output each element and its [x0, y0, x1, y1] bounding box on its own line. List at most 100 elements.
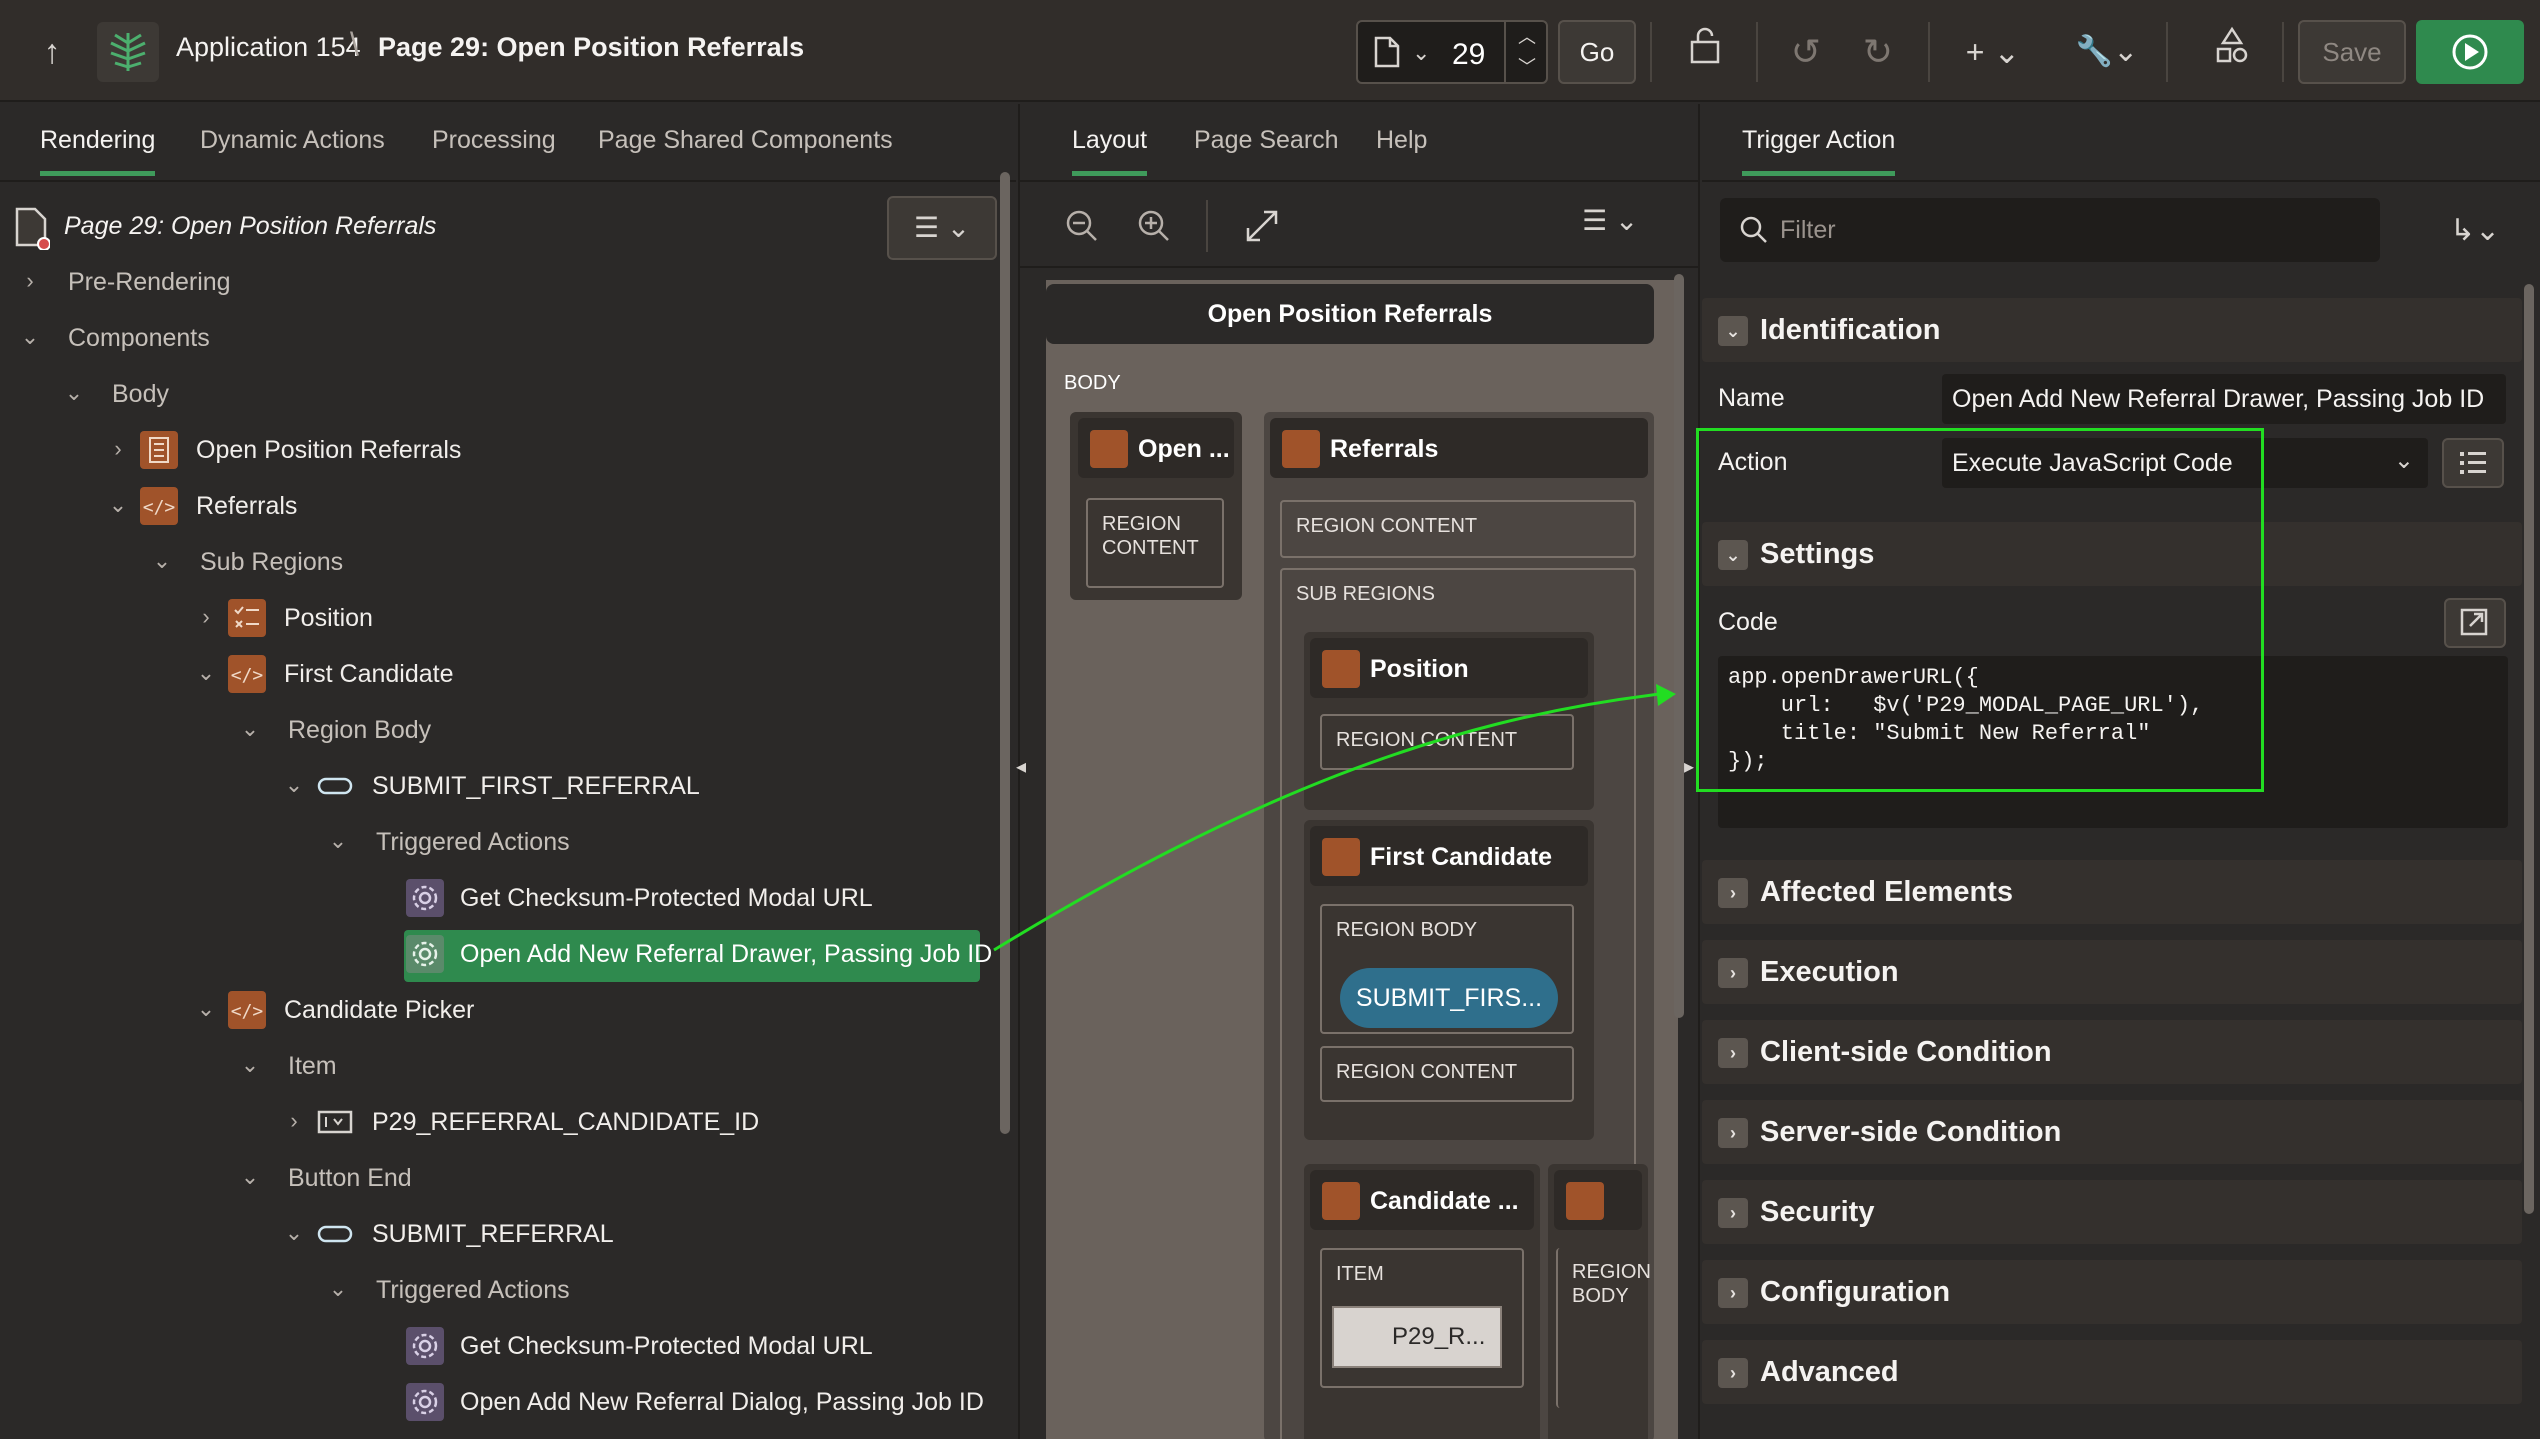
- region-content-slot[interactable]: REGION CONTENT: [1086, 498, 1224, 588]
- expand-code-editor-button[interactable]: [2444, 598, 2506, 648]
- chevron-up-icon[interactable]: ︿: [1506, 22, 1548, 52]
- create-menu-icon[interactable]: + ⌄: [1958, 26, 2028, 78]
- chevron-down-icon[interactable]: ⌄: [18, 320, 42, 354]
- section-client-side-condition[interactable]: › Client-side Condition: [1702, 1020, 2522, 1084]
- expand-icon[interactable]: [1242, 206, 1282, 246]
- chevron-down-icon[interactable]: ⌄: [194, 656, 218, 690]
- chevron-right-icon[interactable]: ›: [1718, 1118, 1748, 1148]
- chevron-right-icon[interactable]: ›: [1718, 1198, 1748, 1228]
- chevron-down-icon[interactable]: ⌄: [194, 992, 218, 1026]
- right-scrollbar[interactable]: [2524, 284, 2534, 1214]
- utilities-wrench-icon[interactable]: 🔧⌄: [2072, 26, 2142, 78]
- chevron-down-icon[interactable]: ⌄: [326, 824, 350, 858]
- go-button[interactable]: Go: [1558, 20, 1636, 84]
- region-body-slot[interactable]: REGION BODY: [1556, 1248, 1651, 1408]
- filter-input[interactable]: [1780, 210, 2360, 250]
- section-advanced[interactable]: › Advanced: [1702, 1340, 2522, 1404]
- chevron-down-icon[interactable]: ⌄: [282, 768, 306, 802]
- section-execution[interactable]: › Execution: [1702, 940, 2522, 1004]
- submit-first-referral-button[interactable]: SUBMIT_FIRS...: [1340, 968, 1558, 1028]
- chevron-down-icon[interactable]: ⌄: [150, 544, 174, 578]
- lock-page-icon[interactable]: [1680, 26, 1732, 78]
- chevron-down-icon[interactable]: ⌄: [238, 1048, 262, 1082]
- chevron-down-icon[interactable]: ⌄: [2394, 446, 2414, 475]
- gear-icon: [406, 935, 444, 973]
- item-p29-referral-candidate[interactable]: P29_R...: [1332, 1306, 1502, 1368]
- region-referrals[interactable]: Referrals REGION CONTENT SUB REGIONS Pos…: [1264, 412, 1654, 1439]
- tab-help[interactable]: Help: [1376, 126, 1427, 171]
- chevron-right-icon[interactable]: ›: [1718, 1278, 1748, 1308]
- section-security[interactable]: › Security: [1702, 1180, 2522, 1244]
- chevron-right-icon[interactable]: ›: [282, 1104, 306, 1138]
- chevron-down-icon[interactable]: ⌄: [326, 1272, 350, 1306]
- tab-processing[interactable]: Processing: [432, 126, 556, 171]
- chevron-right-icon[interactable]: ›: [194, 600, 218, 634]
- region-title-open-position-referrals[interactable]: Open Position Referrals: [1046, 284, 1654, 344]
- chevron-down-icon[interactable]: ⌄: [238, 712, 262, 746]
- chevron-right-icon[interactable]: ›: [1718, 1358, 1748, 1388]
- page-number-stepper[interactable]: ︿ ﹀: [1504, 22, 1548, 82]
- redo-icon[interactable]: ↻: [1852, 26, 1904, 78]
- page-title: Page 29: Open Position Referrals: [378, 32, 805, 62]
- region-candidate-picker[interactable]: Candidate ... ITEM P29_R...: [1304, 1164, 1540, 1439]
- left-scrollbar[interactable]: [1000, 172, 1010, 1134]
- section-settings[interactable]: ⌄ Settings: [1702, 522, 2522, 586]
- layout-canvas[interactable]: Open Position Referrals BODY Open ... RE…: [1046, 280, 1678, 1439]
- action-list-button[interactable]: [2442, 438, 2504, 488]
- mid-scrollbar[interactable]: [1674, 274, 1684, 1018]
- tab-dynamic-actions[interactable]: Dynamic Actions: [200, 126, 385, 171]
- page-selector[interactable]: ⌄ 29 ︿ ﹀: [1356, 20, 1548, 84]
- application-link[interactable]: Application 154: [176, 32, 361, 63]
- tab-page-shared-components[interactable]: Page Shared Components: [598, 126, 893, 171]
- filter-box[interactable]: [1720, 198, 2380, 262]
- app-logo-icon[interactable]: [97, 22, 159, 82]
- chevron-right-icon[interactable]: ›: [1718, 1038, 1748, 1068]
- tree-menu-button[interactable]: ☰ ⌄: [887, 196, 997, 260]
- chevron-down-icon[interactable]: ﹀: [1506, 52, 1548, 82]
- chevron-right-icon[interactable]: ›: [1718, 958, 1748, 988]
- region-position[interactable]: Position REGION CONTENT: [1304, 632, 1594, 810]
- run-page-button[interactable]: [2416, 20, 2524, 84]
- section-server-side-condition[interactable]: › Server-side Condition: [1702, 1100, 2522, 1164]
- chevron-right-icon[interactable]: ›: [1718, 878, 1748, 908]
- up-arrow-icon[interactable]: ↑: [28, 30, 76, 74]
- shared-components-icon[interactable]: [2206, 26, 2258, 78]
- code-editor[interactable]: app.openDrawerURL({ url: $v('P29_MODAL_P…: [1718, 656, 2508, 828]
- region-content-slot[interactable]: REGION CONTENT: [1280, 500, 1636, 558]
- chevron-down-icon[interactable]: ⌄: [1412, 40, 1430, 66]
- region-content-slot[interactable]: REGION CONTENT: [1320, 714, 1574, 770]
- name-field[interactable]: Open Add New Referral Drawer, Passing Jo…: [1942, 374, 2506, 424]
- layout-panel: Layout Page Search Help ☰ ⌄ Open Positio…: [1016, 104, 1700, 1439]
- open-editor-icon: [2460, 608, 2488, 636]
- chevron-right-icon[interactable]: ›: [18, 264, 42, 298]
- collapse-left-icon[interactable]: ◂: [1016, 754, 1026, 779]
- undo-icon[interactable]: ↺: [1780, 26, 1832, 78]
- chevron-down-icon[interactable]: ⌄: [62, 376, 86, 410]
- layout-menu-icon[interactable]: ☰ ⌄: [1582, 204, 1638, 237]
- action-select[interactable]: Execute JavaScript Code ⌄: [1942, 438, 2428, 488]
- chevron-down-icon[interactable]: ⌄: [1718, 316, 1748, 346]
- section-identification[interactable]: ⌄ Identification: [1702, 298, 2522, 362]
- go-to-group-icon[interactable]: ↳⌄: [2430, 206, 2520, 256]
- chevron-down-icon[interactable]: ⌄: [106, 488, 130, 522]
- chevron-down-icon[interactable]: ⌄: [1718, 540, 1748, 570]
- zoom-in-icon[interactable]: [1134, 206, 1174, 246]
- chevron-down-icon[interactable]: ⌄: [238, 1160, 262, 1194]
- tab-rendering[interactable]: Rendering: [40, 126, 156, 176]
- tab-trigger-action[interactable]: Trigger Action: [1742, 126, 1896, 176]
- zoom-out-icon[interactable]: [1062, 206, 1102, 246]
- tab-layout[interactable]: Layout: [1072, 126, 1148, 176]
- right-tabs: Trigger Action: [1702, 104, 2540, 182]
- chevron-right-icon[interactable]: ›: [106, 432, 130, 466]
- page-number-input[interactable]: 29: [1452, 38, 1485, 72]
- region-open-short[interactable]: Open ... REGION CONTENT: [1070, 412, 1242, 600]
- region-button-end[interactable]: REGION BODY: [1548, 1164, 1651, 1439]
- form-region-icon: [1090, 430, 1128, 468]
- region-content-slot[interactable]: REGION CONTENT: [1320, 1046, 1574, 1102]
- chevron-down-icon[interactable]: ⌄: [282, 1216, 306, 1250]
- save-button[interactable]: Save: [2298, 20, 2406, 84]
- section-affected-elements[interactable]: › Affected Elements: [1702, 860, 2522, 924]
- tab-page-search[interactable]: Page Search: [1194, 126, 1339, 171]
- section-configuration[interactable]: › Configuration: [1702, 1260, 2522, 1324]
- collapse-right-icon[interactable]: ▸: [1684, 754, 1694, 779]
